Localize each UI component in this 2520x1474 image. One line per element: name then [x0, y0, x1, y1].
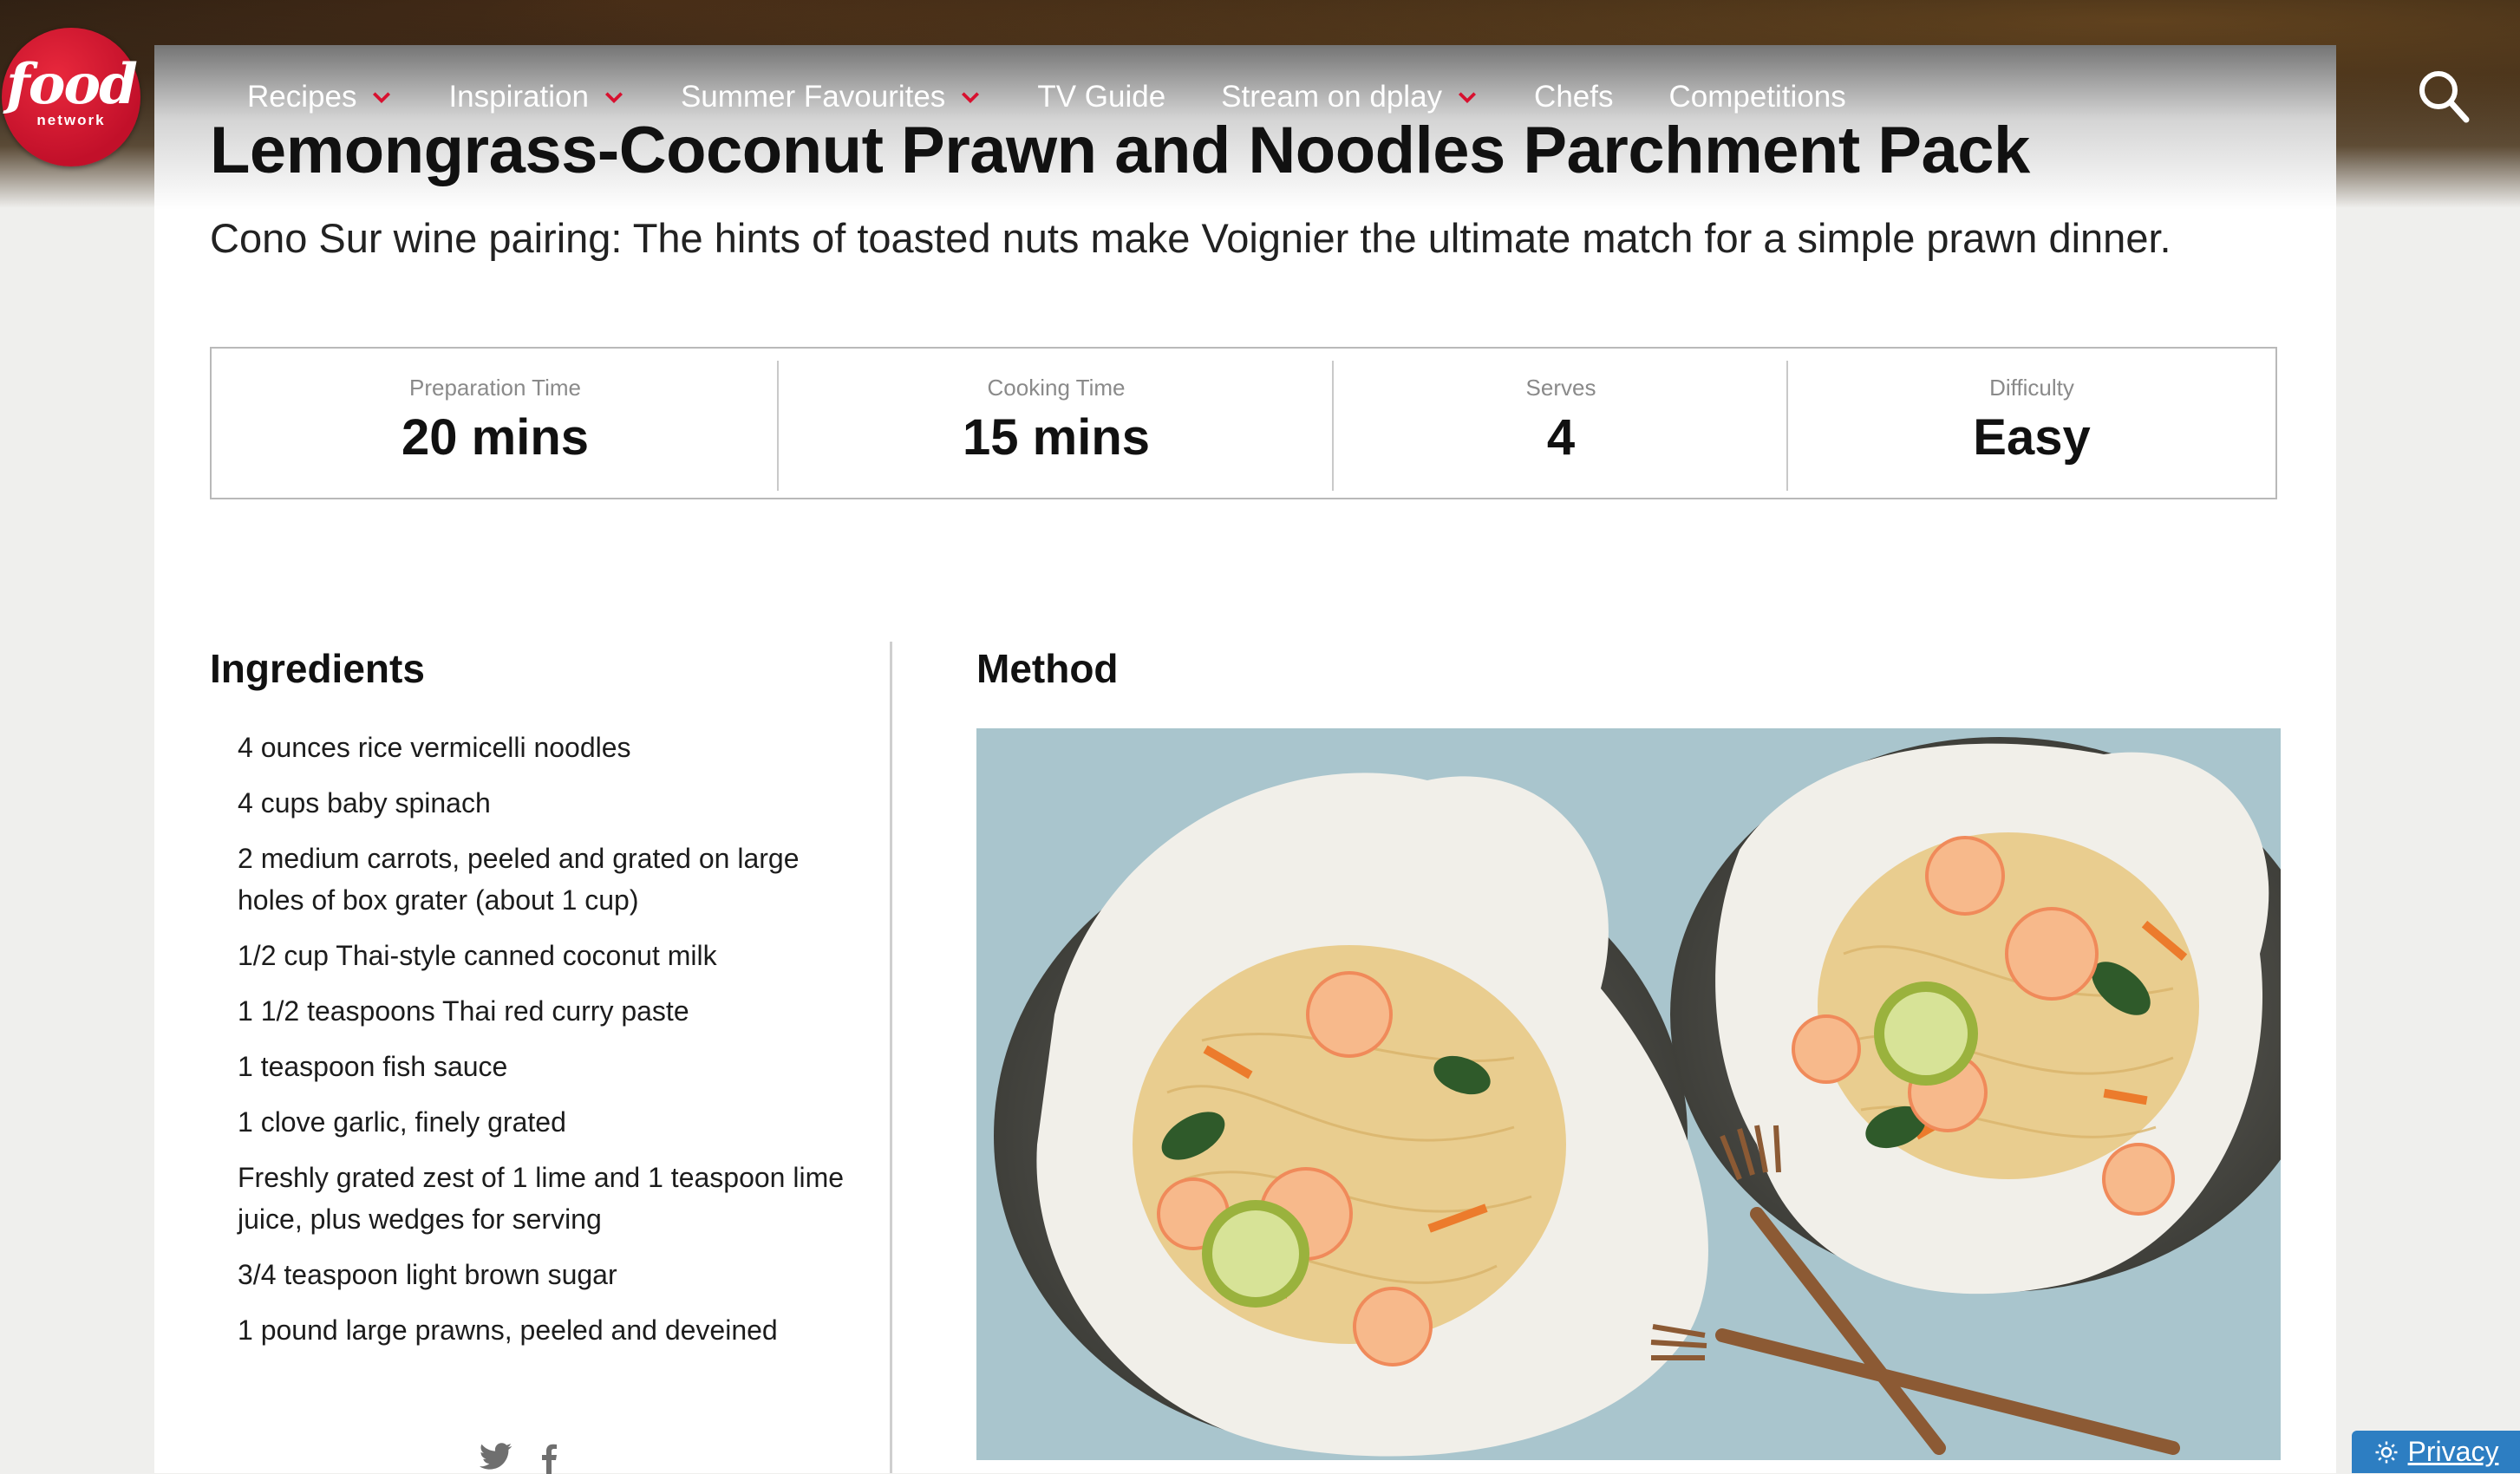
ingredients-heading: Ingredients — [210, 646, 425, 691]
recipe-photo — [976, 728, 2281, 1460]
stat-label: Cooking Time — [987, 375, 1126, 401]
ingredient-item: 1 clove garlic, finely grated — [238, 1106, 566, 1138]
share-buttons — [479, 1443, 558, 1474]
ingredient-item: 2 medium carrots, peeled and grated on l… — [238, 843, 800, 916]
chevron-down-icon — [604, 92, 623, 104]
ingredient-item: 1 1/2 teaspoons Thai red curry paste — [238, 995, 689, 1027]
logo-word: food — [6, 52, 138, 117]
stat-difficulty: Difficulty Easy — [1788, 349, 2275, 498]
gear-icon — [2375, 1441, 2398, 1463]
ingredient-item: 1/2 cup Thai-style canned coconut milk — [238, 940, 717, 971]
logo-sub: network — [36, 112, 106, 128]
ingredient-item: 1 pound large prawns, peeled and deveine… — [238, 1314, 778, 1346]
stat-value: Easy — [1973, 409, 2091, 466]
method-heading: Method — [976, 646, 1119, 691]
recipe-stats: Preparation Time 20 mins Cooking Time 15… — [210, 347, 2277, 499]
chevron-down-icon — [962, 92, 980, 104]
ingredient-item: 3/4 teaspoon light brown sugar — [238, 1259, 617, 1290]
column-divider — [890, 642, 892, 1473]
ingredient-item: 1 teaspoon fish sauce — [238, 1051, 508, 1082]
stat-prep-time: Preparation Time 20 mins — [212, 349, 779, 498]
stat-cook-time: Cooking Time 15 mins — [779, 349, 1334, 498]
chevron-down-icon — [1459, 92, 1477, 104]
privacy-button[interactable]: Privacy — [2352, 1431, 2520, 1473]
ingredient-item: 4 cups baby spinach — [238, 787, 491, 819]
ingredient-item: Freshly grated zest of 1 lime and 1 teas… — [238, 1162, 845, 1235]
stat-value: 15 mins — [963, 409, 1150, 466]
privacy-label: Privacy — [2407, 1436, 2499, 1467]
food-network-logo[interactable]: food network — [2, 28, 140, 166]
ingredient-item: 4 ounces rice vermicelli noodles — [238, 732, 631, 763]
stat-label: Serves — [1525, 375, 1596, 401]
prawn-noodle-parchment-image — [976, 728, 2281, 1460]
facebook-icon[interactable] — [539, 1443, 558, 1474]
stat-serves: Serves 4 — [1334, 349, 1788, 498]
stat-label: Preparation Time — [409, 375, 581, 401]
chevron-down-icon — [373, 92, 391, 104]
stat-value: 20 mins — [402, 409, 589, 466]
twitter-icon[interactable] — [479, 1443, 513, 1472]
search-icon[interactable] — [2416, 68, 2471, 125]
page-title: Lemongrass-Coconut Prawn and Noodles Par… — [210, 114, 2030, 187]
recipe-subtitle: Cono Sur wine pairing: The hints of toas… — [210, 215, 2171, 261]
stat-label: Difficulty — [1989, 375, 2074, 401]
stat-value: 4 — [1546, 409, 1576, 466]
ingredients-list: 4 ounces rice vermicelli noodles 4 cups … — [238, 727, 845, 1365]
